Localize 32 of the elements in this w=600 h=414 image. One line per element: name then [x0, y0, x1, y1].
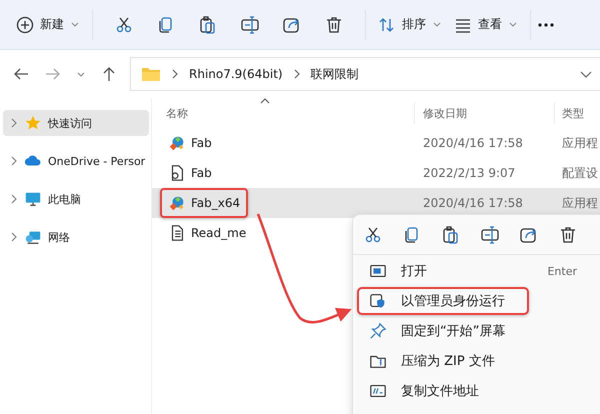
- type-text: 应用程: [562, 134, 598, 152]
- type-text: 应用程: [562, 194, 598, 212]
- view-button[interactable]: 查看: [448, 12, 524, 38]
- type-text: 配置设: [562, 164, 598, 182]
- file-row[interactable]: Fab 2022/2/13 9:07 配置设: [152, 158, 600, 188]
- menu-item[interactable]: 压缩为 ZIP 文件: [357, 347, 529, 375]
- file-name: Fab: [191, 136, 212, 150]
- file-name: Read_me: [191, 226, 246, 240]
- address-bar[interactable]: Rhino7.9(64bit) 联网限制: [130, 57, 600, 91]
- sort-button[interactable]: 排序: [372, 12, 448, 38]
- file-row[interactable]: Fab 2020/4/16 17:58 应用程: [152, 128, 600, 158]
- sidebar-item[interactable]: OneDrive - Persor: [3, 148, 149, 174]
- column-header[interactable]: 修改日期: [423, 106, 467, 120]
- date-text: 2020/4/16 17:58: [423, 196, 523, 210]
- shortcut-text: Enter: [547, 264, 577, 278]
- sidebar-item[interactable]: 网络: [3, 224, 149, 250]
- menu-item[interactable]: 以管理员身份运行: [357, 287, 529, 315]
- file-name: Fab: [191, 166, 212, 180]
- breadcrumb[interactable]: 联网限制: [310, 66, 359, 82]
- selected-row[interactable]: Fab_x64 2020/4/16 17:58 应用程: [152, 188, 600, 218]
- column-header[interactable]: 类型: [562, 106, 584, 120]
- menu-item[interactable]: 固定到“开始”屏幕: [357, 317, 529, 345]
- date-text: 2020/4/16 17:58: [423, 136, 523, 150]
- date-text: 2022/2/13 9:07: [423, 166, 516, 180]
- sidebar-item[interactable]: 此电脑: [3, 186, 149, 212]
- file-name: Fab_x64: [191, 196, 240, 210]
- column-header[interactable]: 名称: [166, 106, 188, 120]
- menu-item[interactable]: 复制文件地址: [357, 377, 529, 405]
- file-row[interactable]: Read_me: [152, 218, 600, 248]
- new-button[interactable]: 新建: [10, 12, 86, 38]
- sidebar-item[interactable]: 快速访问: [3, 110, 149, 136]
- breadcrumb[interactable]: Rhino7.9(64bit): [189, 67, 283, 81]
